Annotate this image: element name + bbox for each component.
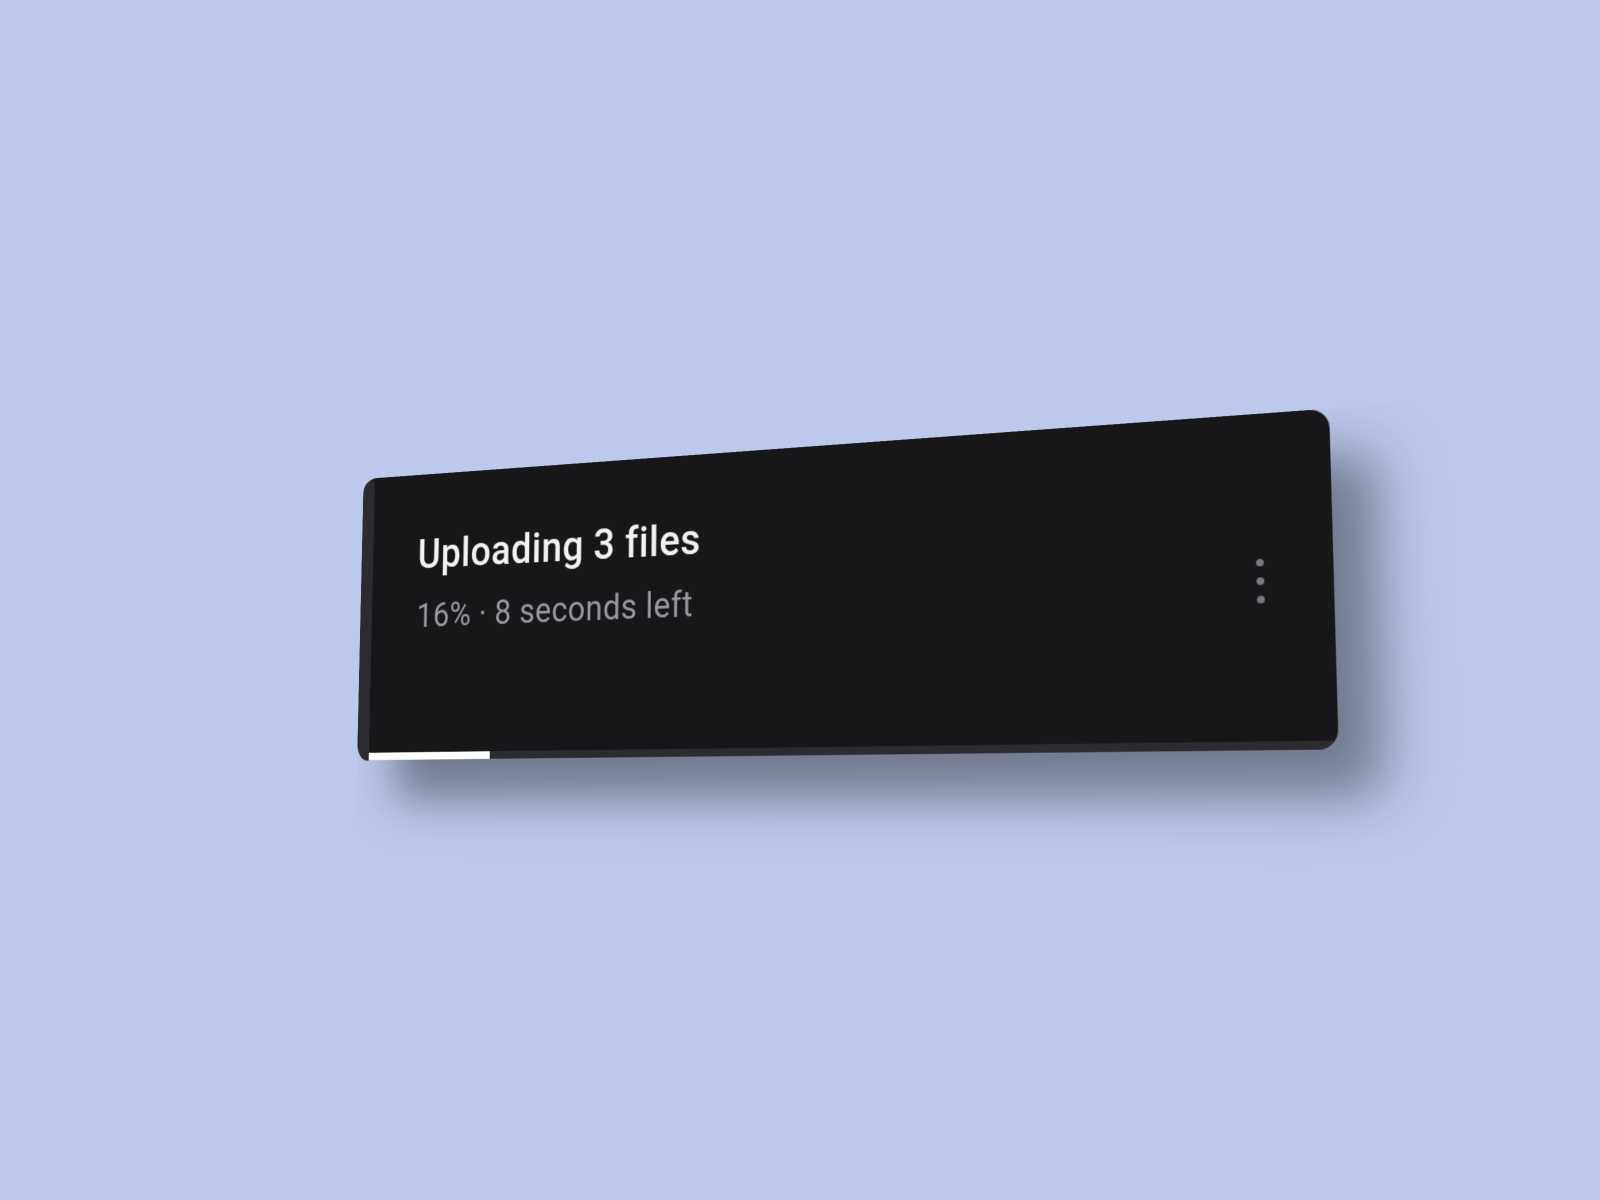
more-options-button[interactable] — [1237, 547, 1283, 614]
upload-toast: Uploading 3 files 16% · 8 seconds left — [357, 408, 1339, 760]
upload-toast-3d-scene: Uploading 3 files 16% · 8 seconds left — [357, 408, 1339, 760]
more-vertical-icon — [1256, 595, 1264, 603]
more-vertical-icon — [1256, 577, 1264, 585]
more-vertical-icon — [1255, 558, 1263, 566]
upload-toast-content: Uploading 3 files 16% · 8 seconds left — [416, 482, 1223, 635]
progress-fill — [357, 751, 490, 760]
upload-title: Uploading 3 files — [417, 482, 1221, 578]
